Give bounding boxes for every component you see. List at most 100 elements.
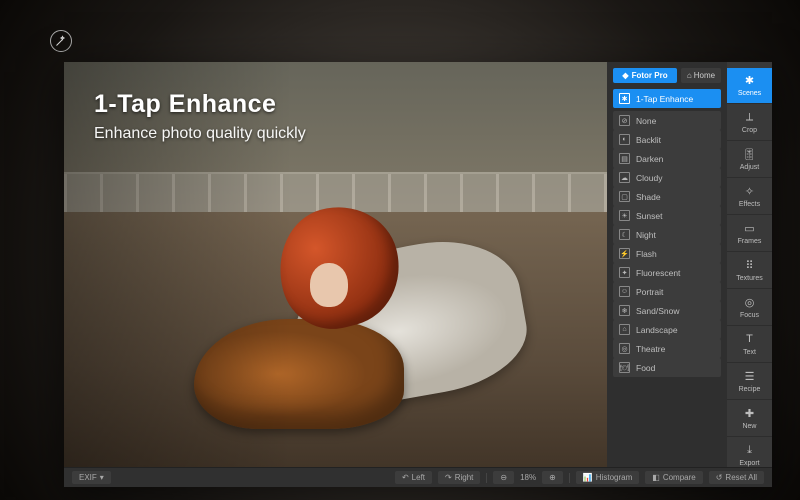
enhance-item-icon: ☾ — [619, 229, 630, 240]
enhance-item-backlit[interactable]: ◐Backlit — [613, 130, 721, 149]
rail-recipe[interactable]: ☰Recipe — [727, 364, 772, 400]
enhance-item-cloudy[interactable]: ☁ Cloudy — [613, 168, 721, 187]
zoom-level: 18% — [520, 473, 536, 482]
rail-new-label: New — [742, 423, 756, 430]
zoom-out-icon: ⊖ — [500, 473, 507, 482]
enhance-item-food[interactable]: 🍽 Food — [613, 358, 721, 377]
enhance-item-shade[interactable]: ▢Shade — [613, 187, 721, 206]
enhance-item-theatre[interactable]: ◎ Theatre — [613, 339, 721, 358]
feature-title: 1-Tap Enhance — [94, 90, 306, 119]
enhance-item-label: Flash — [636, 249, 657, 259]
rotate-right-button[interactable]: ↷ Right — [438, 471, 480, 484]
enhance-item-icon: ☁ — [619, 172, 630, 183]
enhance-item-darken[interactable]: ▤ Darken — [613, 149, 721, 168]
chevron-down-icon: ▾ — [100, 473, 104, 482]
enhance-item-label: Cloudy — [636, 173, 662, 183]
compare-icon: ◧ — [652, 473, 660, 482]
zoom-out-button[interactable]: ⊖ — [493, 471, 514, 484]
diamond-icon: ◆ — [622, 71, 628, 80]
home-label: Home — [694, 71, 715, 80]
enhance-panel: ◆ Fotor Pro ⌂ Home ✱ 1-Tap Enhance ⊘ None… — [607, 62, 727, 467]
rotate-right-label: Right — [455, 473, 474, 482]
rail-recipe-label: Recipe — [739, 386, 761, 393]
app-window: 1-Tap Enhance Enhance photo quality quic… — [64, 62, 772, 487]
app-body: 1-Tap Enhance Enhance photo quality quic… — [64, 62, 772, 467]
enhance-item-label: Theatre — [636, 344, 665, 354]
home-button[interactable]: ⌂ Home — [681, 68, 721, 83]
rail-new[interactable]: ✚New — [727, 401, 772, 437]
rail-adjust[interactable]: 🎚Adjust — [727, 142, 772, 178]
rail-export[interactable]: ⤓Export — [727, 438, 772, 467]
rail-text[interactable]: TText — [727, 327, 772, 363]
compare-button[interactable]: ◧ Compare — [645, 471, 702, 484]
zoom-in-button[interactable]: ⊕ — [542, 471, 563, 484]
enhance-item-icon: ◎ — [619, 343, 630, 354]
enhance-item-icon: ▢ — [619, 191, 630, 202]
enhance-item-icon: ⌂ — [619, 324, 630, 335]
enhance-item-label: Darken — [636, 154, 663, 164]
enhance-item-icon: ▤ — [619, 153, 630, 164]
status-bar: EXIF ▾ ↶ Left ↷ Right ⊖ 18% ⊕ 📊 Histogra… — [64, 467, 772, 487]
enhance-item-icon: ◐ — [619, 134, 630, 145]
enhance-item-icon: 🍽 — [619, 362, 630, 373]
enhance-item-label: Landscape — [636, 325, 678, 335]
rail-textures-label: Textures — [736, 275, 762, 282]
rail-scenes[interactable]: ✱Scenes — [727, 68, 772, 104]
enhance-item-fluorescent[interactable]: ✦Fluorescent — [613, 263, 721, 282]
rotate-left-label: Left — [412, 473, 425, 482]
rail-effects[interactable]: ✧Effects — [727, 179, 772, 215]
enhance-list: ⊘ None ◐Backlit ▤ Darken ☁ Cloudy ▢Shade☀Sunset… — [613, 111, 721, 377]
exif-label: EXIF — [79, 473, 97, 482]
enhance-item-night[interactable]: ☾ Night — [613, 225, 721, 244]
tool-rail: ✱Scenes ⟂ Crop 🎚Adjust✧Effects▭Frames⠿Textu… — [727, 62, 772, 467]
rail-focus[interactable]: ◎Focus — [727, 290, 772, 326]
enhance-item-label: Sunset — [636, 211, 662, 221]
enhance-item-label: Night — [636, 230, 656, 240]
home-icon: ⌂ — [687, 71, 692, 80]
reset-icon: ↺ — [716, 473, 723, 482]
enhance-item-label: Portrait — [636, 287, 663, 297]
rail-crop[interactable]: ⟂ Crop — [727, 105, 772, 141]
enhance-item-none[interactable]: ⊘ None — [613, 111, 721, 130]
rail-crop-label: Crop — [742, 127, 757, 134]
enhance-item-label: Food — [636, 363, 655, 373]
enhance-header[interactable]: ✱ 1-Tap Enhance — [613, 89, 721, 108]
rotate-left-button[interactable]: ↶ Left — [395, 471, 432, 484]
histogram-button[interactable]: 📊 Histogram — [576, 471, 639, 484]
rail-focus-label: Focus — [740, 312, 759, 319]
photo-canvas[interactable]: 1-Tap Enhance Enhance photo quality quic… — [64, 62, 607, 467]
magic-wand-button[interactable] — [50, 30, 72, 52]
rail-crop-icon: ⟂ — [743, 110, 757, 124]
rail-effects-icon: ✧ — [743, 184, 757, 198]
enhance-item-icon: ⊘ — [619, 115, 630, 126]
enhance-item-icon: ☺ — [619, 286, 630, 297]
fotor-pro-button[interactable]: ◆ Fotor Pro — [613, 68, 677, 83]
rail-text-label: Text — [743, 349, 756, 356]
compare-label: Compare — [663, 473, 696, 482]
enhance-header-label: 1-Tap Enhance — [636, 94, 693, 104]
enhance-item-icon: ❄ — [619, 305, 630, 316]
exif-button[interactable]: EXIF ▾ — [72, 471, 111, 484]
feature-subtitle: Enhance photo quality quickly — [94, 125, 306, 143]
enhance-item-sand-snow[interactable]: ❄ Sand/Snow — [613, 301, 721, 320]
pro-label: Fotor Pro — [632, 71, 668, 80]
rail-textures[interactable]: ⠿Textures — [727, 253, 772, 289]
enhance-item-landscape[interactable]: ⌂ Landscape — [613, 320, 721, 339]
rail-frames-label: Frames — [738, 238, 762, 245]
zoom-in-icon: ⊕ — [549, 473, 556, 482]
rail-adjust-label: Adjust — [740, 164, 759, 171]
header-row: ◆ Fotor Pro ⌂ Home — [613, 68, 721, 83]
enhance-item-portrait[interactable]: ☺ Portrait — [613, 282, 721, 301]
rail-export-icon: ⤓ — [743, 443, 757, 457]
enhance-item-sunset[interactable]: ☀Sunset — [613, 206, 721, 225]
enhance-item-flash[interactable]: ⚡Flash — [613, 244, 721, 263]
rotate-left-icon: ↶ — [402, 473, 409, 482]
enhance-item-label: Fluorescent — [636, 268, 680, 278]
reset-button[interactable]: ↺ Reset All — [709, 471, 764, 484]
histogram-icon: 📊 — [583, 473, 593, 482]
rotate-right-icon: ↷ — [445, 473, 452, 482]
feature-overlay: 1-Tap Enhance Enhance photo quality quic… — [94, 90, 306, 143]
enhance-item-label: Sand/Snow — [636, 306, 679, 316]
rail-frames[interactable]: ▭Frames — [727, 216, 772, 252]
enhance-item-label: None — [636, 116, 656, 126]
